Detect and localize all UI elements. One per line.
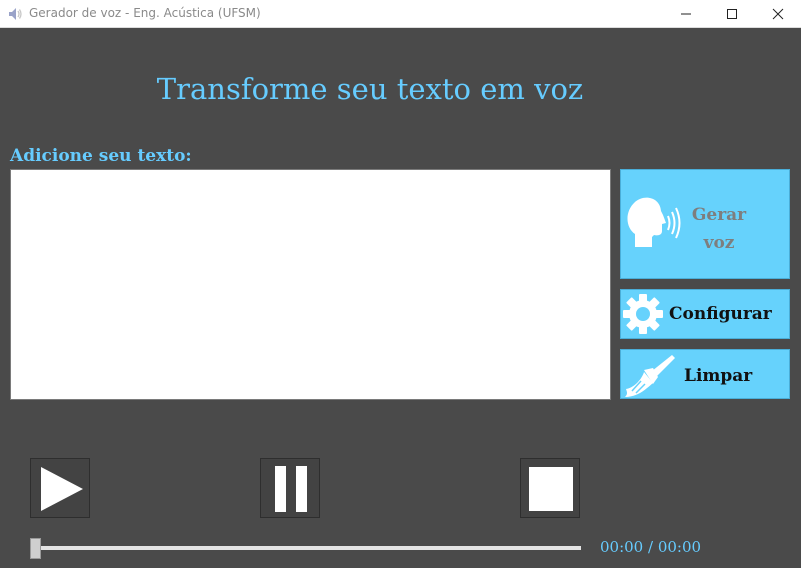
- generate-label-line2: voz: [703, 233, 735, 253]
- generate-voice-label: Gerar voz: [689, 201, 749, 257]
- speaker-icon: [7, 6, 23, 22]
- page-title: Transforme seu texto em voz: [156, 72, 584, 106]
- window-title: Gerador de voz - Eng. Acústica (UFSM): [29, 6, 261, 20]
- close-button[interactable]: [755, 0, 801, 28]
- stop-button[interactable]: [520, 458, 580, 518]
- speaking-head-icon: [621, 194, 683, 256]
- generate-voice-button[interactable]: Gerar voz: [620, 169, 790, 279]
- stop-icon: [529, 467, 573, 511]
- clear-button[interactable]: Limpar: [620, 349, 790, 399]
- generate-label-line1: Gerar: [691, 205, 747, 225]
- title-bar: Gerador de voz - Eng. Acústica (UFSM): [0, 0, 801, 28]
- minimize-icon: [681, 13, 691, 15]
- configure-button[interactable]: Configurar: [620, 289, 790, 339]
- text-input-label: Adicione seu texto:: [10, 146, 192, 166]
- pause-icon: [275, 466, 307, 512]
- minimize-button[interactable]: [663, 0, 709, 28]
- close-icon: [772, 8, 784, 20]
- maximize-icon: [727, 9, 737, 19]
- maximize-button[interactable]: [709, 0, 755, 28]
- pause-button[interactable]: [260, 458, 320, 518]
- gear-icon: [622, 293, 664, 339]
- configure-label: Configurar: [669, 304, 772, 324]
- seek-handle[interactable]: [30, 538, 41, 559]
- text-input[interactable]: [10, 169, 611, 400]
- play-button[interactable]: [30, 458, 90, 518]
- seek-bar[interactable]: [34, 546, 581, 550]
- broom-icon: [622, 351, 676, 403]
- time-display: 00:00 / 00:00: [600, 538, 702, 556]
- clear-label: Limpar: [684, 366, 753, 386]
- play-icon: [41, 467, 83, 511]
